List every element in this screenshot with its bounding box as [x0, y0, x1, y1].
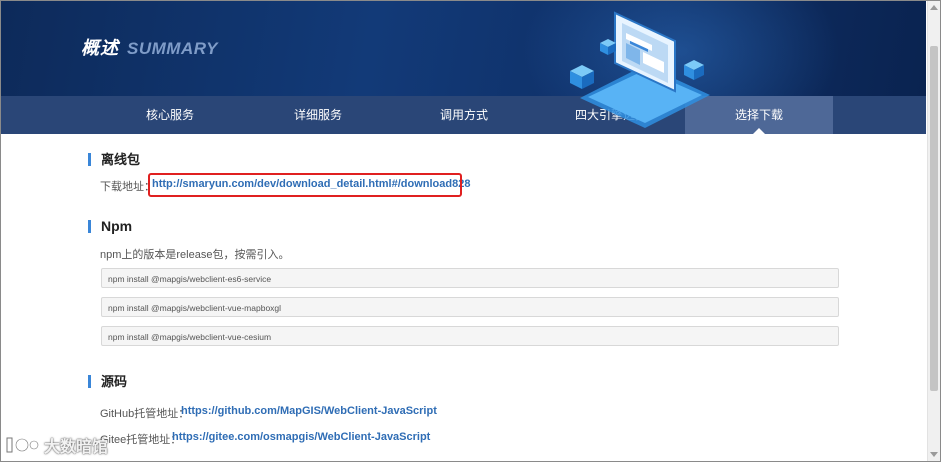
npm-command-vue-mapboxgl[interactable]: npm install @mapgis/webclient-vue-mapbox…	[101, 297, 839, 317]
github-label: GitHub托管地址：	[100, 408, 190, 420]
banner-title-cn: 概述	[81, 38, 119, 58]
scroll-up-arrow-icon[interactable]	[930, 5, 938, 10]
download-label: 下载地址：	[100, 181, 155, 193]
source-title: 源码	[88, 375, 127, 388]
gitee-link[interactable]: https://gitee.com/osmapgis/WebClient-Jav…	[172, 431, 430, 443]
scroll-down-arrow-icon[interactable]	[930, 452, 938, 457]
watermark-text: 大数暗馆	[44, 439, 109, 456]
github-link[interactable]: https://github.com/MapGIS/WebClient-Java…	[181, 405, 437, 417]
laptop-illustration	[570, 11, 710, 128]
offline-package-title: 离线包	[88, 153, 140, 166]
npm-description: npm上的版本是release包，按需引入。	[100, 249, 290, 261]
watermark-logo-icon	[6, 437, 39, 453]
gitee-label: Gitee托管地址：	[100, 434, 182, 446]
scroll-thumb[interactable]	[930, 46, 938, 391]
npm-command-vue-cesium[interactable]: npm install @mapgis/webclient-vue-cesium	[101, 326, 839, 346]
section-nav: 核心服务 详细服务 调用方式 四大引擎选择 选择下载	[1, 96, 926, 134]
npm-title: Npm	[88, 219, 132, 233]
banner-title: 概述 SUMMARY	[81, 34, 218, 60]
banner-title-en: SUMMARY	[127, 39, 219, 58]
tab-core-services[interactable]: 核心服务	[96, 96, 244, 134]
download-link-highlight	[148, 173, 462, 197]
summary-banner: 概述 SUMMARY	[1, 1, 926, 96]
npm-command-es6-service[interactable]: npm install @mapgis/webclient-es6-servic…	[101, 268, 839, 288]
vertical-scrollbar[interactable]	[927, 1, 940, 461]
tab-invocation[interactable]: 调用方式	[390, 96, 538, 134]
tab-detailed-services[interactable]: 详细服务	[244, 96, 392, 134]
watermark: 大数暗馆	[4, 432, 108, 458]
